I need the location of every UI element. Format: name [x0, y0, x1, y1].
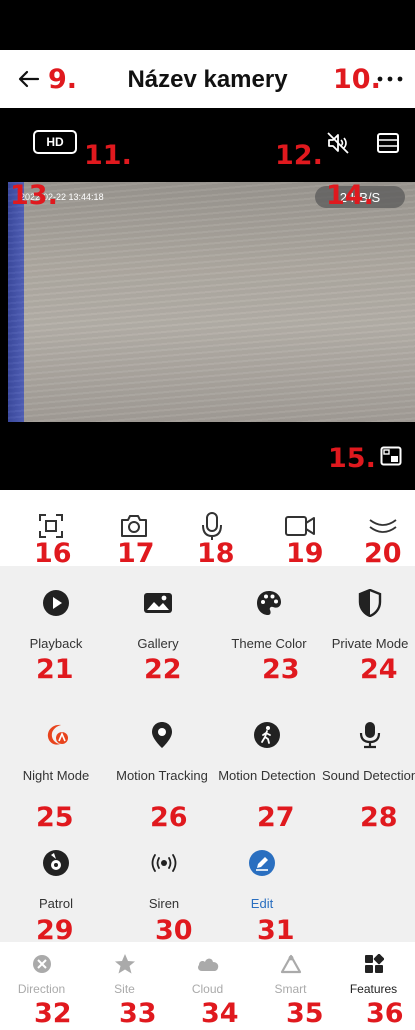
location-pin-icon — [152, 722, 172, 748]
nav-direction[interactable]: Direction — [0, 952, 83, 996]
video-record-icon — [285, 516, 315, 536]
grid-features-icon — [364, 954, 384, 973]
feed-texture — [8, 182, 415, 422]
annotation-label: 9. — [48, 64, 78, 95]
shield-half-icon — [358, 589, 382, 617]
annotation-label: 28 — [360, 802, 398, 833]
annotation-label: 21 — [36, 654, 74, 685]
annotation-label: 23 — [262, 654, 300, 685]
feature-motion-tracking[interactable]: Motion Tracking — [110, 720, 214, 784]
feature-label: Edit — [250, 896, 274, 911]
feature-gallery[interactable]: Gallery — [106, 588, 210, 652]
nav-label: Direction — [17, 982, 66, 996]
status-bar — [0, 0, 415, 50]
palette-icon — [257, 591, 281, 615]
feature-label: Private Mode — [331, 636, 409, 651]
annotation-label: 27 — [257, 802, 295, 833]
annotation-label: 32 — [34, 998, 72, 1029]
ellipsis-icon — [377, 76, 403, 82]
feature-label: Motion Detection — [218, 768, 316, 783]
annotation-label: 10. — [333, 64, 381, 95]
feature-label: Night Mode — [22, 768, 90, 783]
patrol-icon — [43, 850, 69, 876]
annotation-label: 14. — [326, 180, 374, 211]
camera-video-view[interactable]: HD 2022-02-22 13:44:18 2 KB/S — [0, 108, 415, 490]
annotation-label: 11. — [84, 140, 132, 171]
smart-triangle-icon — [280, 954, 301, 974]
nav-label: Smart — [274, 982, 307, 996]
microphone-icon — [202, 512, 222, 540]
feature-playback[interactable]: Playback — [4, 588, 108, 652]
annotation-label: 19 — [286, 538, 324, 569]
star-icon — [114, 954, 135, 974]
feature-sound-detection[interactable]: Sound Detection — [318, 720, 415, 784]
night-mode-icon — [47, 724, 68, 745]
nav-features[interactable]: Features — [332, 952, 415, 996]
nav-label: Cloud — [191, 982, 224, 996]
feature-label: Sound Detection — [321, 768, 415, 783]
feature-edit[interactable]: Edit — [210, 848, 314, 912]
feature-night-mode[interactable]: Night Mode — [4, 720, 108, 784]
annotation-label: 31 — [257, 915, 295, 946]
image-icon — [144, 593, 172, 613]
annotation-label: 17 — [117, 538, 155, 569]
annotation-label: 20 — [364, 538, 402, 569]
feature-patrol[interactable]: Patrol — [4, 848, 108, 912]
annotation-label: 36 — [366, 998, 404, 1029]
feature-theme-color[interactable]: Theme Color — [217, 588, 321, 652]
nav-cloud[interactable]: Cloud — [166, 952, 249, 996]
direction-pad-icon — [32, 955, 51, 973]
annotation-label: 24 — [360, 654, 398, 685]
annotation-label: 25 — [36, 802, 74, 833]
speaker-muted-icon[interactable] — [325, 130, 351, 156]
feature-label: Patrol — [39, 896, 73, 911]
feature-label: Playback — [29, 636, 83, 651]
annotation-label: 34 — [201, 998, 239, 1029]
feature-motion-detection[interactable]: Motion Detection — [215, 720, 319, 784]
feature-label: Siren — [148, 896, 180, 911]
microphone-stand-icon — [359, 722, 381, 749]
features-grid: Playback Gallery Theme Color Private Mod… — [0, 566, 415, 942]
feature-private-mode[interactable]: Private Mode — [318, 588, 415, 652]
nav-label: Features — [349, 982, 398, 996]
cloud-icon — [197, 958, 218, 971]
nav-smart[interactable]: Smart — [249, 952, 332, 996]
annotation-label: 26 — [150, 802, 188, 833]
annotation-label: 30 — [155, 915, 193, 946]
annotation-label: 16 — [34, 538, 72, 569]
collapse-chevron-icon — [369, 519, 397, 533]
video-feed — [8, 182, 415, 422]
walking-person-icon — [254, 722, 280, 748]
play-circle-icon — [43, 590, 69, 616]
annotation-label: 33 — [119, 998, 157, 1029]
annotation-label: 12. — [275, 140, 323, 171]
annotation-label: 15. — [328, 443, 376, 474]
annotation-label: 18 — [197, 538, 235, 569]
camera-snapshot-icon — [121, 515, 147, 537]
fullscreen-icon — [39, 514, 63, 538]
siren-waves-icon — [151, 854, 177, 872]
feature-label: Motion Tracking — [116, 768, 208, 783]
picture-in-picture-icon[interactable] — [380, 446, 402, 466]
annotation-label: 13. — [10, 180, 58, 211]
feature-label: Theme Color — [231, 636, 307, 651]
quality-toggle-button[interactable]: HD — [33, 130, 77, 154]
feature-label: Gallery — [137, 636, 179, 651]
feature-siren[interactable]: Siren — [112, 848, 216, 912]
annotation-label: 29 — [36, 915, 74, 946]
layout-icon[interactable] — [376, 132, 400, 154]
nav-site[interactable]: Site — [83, 952, 166, 996]
nav-label: Site — [114, 982, 135, 996]
annotation-label: 22 — [144, 654, 182, 685]
annotation-label: 35 — [286, 998, 324, 1029]
edit-pencil-icon — [249, 850, 275, 876]
